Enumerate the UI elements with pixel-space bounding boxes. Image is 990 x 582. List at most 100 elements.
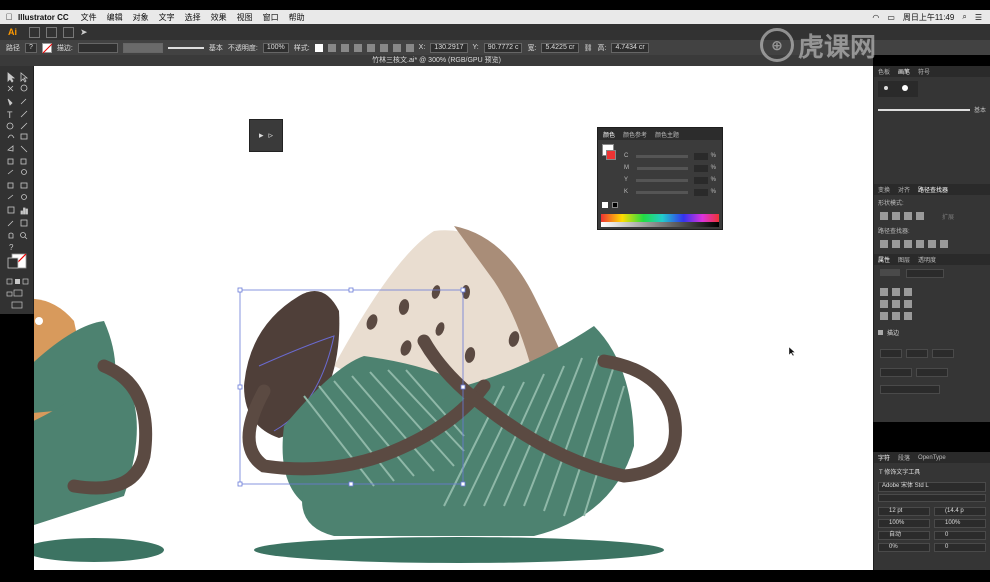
free-transform-tool-icon[interactable]	[21, 159, 30, 168]
live-paint-tool-icon[interactable]	[21, 170, 30, 179]
align-right-icon[interactable]	[353, 43, 362, 52]
tab-color-themes[interactable]: 颜色主题	[655, 130, 679, 139]
magic-wand-tool-icon[interactable]	[8, 86, 17, 95]
tab-character[interactable]: 字符	[878, 453, 890, 462]
clock[interactable]: 周日上午11:49	[903, 12, 954, 23]
shaper-tool-icon[interactable]	[8, 134, 17, 143]
menu-window[interactable]: 窗口	[263, 12, 279, 23]
direct-selection-arrow-icon[interactable]: ▹	[269, 130, 274, 141]
fill-dropdown[interactable]: ?	[25, 42, 37, 53]
stroke-style-value[interactable]: 基本	[209, 43, 223, 53]
touch-type-row[interactable]: T 修饰文字工具	[874, 463, 990, 480]
tab-layers[interactable]: 图层	[898, 255, 910, 264]
mesh-tool-icon[interactable]	[21, 183, 30, 192]
menu-type[interactable]: 文字	[159, 12, 175, 23]
lasso-tool-icon[interactable]	[21, 86, 30, 95]
color-stroke-swatch[interactable]	[606, 150, 616, 160]
pen-tool-icon[interactable]	[8, 98, 17, 107]
tab-pathfinder[interactable]: 路径查找器	[918, 185, 948, 194]
vertical-scale-field[interactable]: 100%	[878, 519, 930, 528]
zoom-tool-icon[interactable]	[21, 232, 30, 241]
channel-m-row[interactable]: M%	[624, 164, 716, 172]
font-size-field[interactable]: 12 pt	[878, 507, 930, 516]
tab-properties[interactable]: 属性	[878, 255, 890, 264]
symbol-sprayer-tool-icon[interactable]	[8, 207, 17, 216]
align-bottom-icon[interactable]	[392, 43, 401, 52]
arrow-start-select[interactable]	[880, 368, 912, 377]
exclude-icon[interactable]	[916, 212, 924, 220]
battery-icon[interactable]: ▭	[887, 13, 895, 22]
width-tool-icon[interactable]	[8, 159, 17, 168]
tracking-field[interactable]: 0	[934, 531, 986, 540]
tab-symbols[interactable]: 符号	[918, 67, 930, 76]
bevel-join-icon[interactable]	[904, 300, 912, 308]
distribute-icon[interactable]	[405, 43, 414, 52]
tab-color-guide[interactable]: 颜色参考	[623, 130, 647, 139]
miter-join-icon[interactable]	[880, 300, 888, 308]
align-center-icon[interactable]	[340, 43, 349, 52]
horizontal-scale-field[interactable]: 100%	[934, 519, 986, 528]
shape-builder-tool-icon[interactable]	[8, 170, 17, 179]
round-join-icon[interactable]	[892, 300, 900, 308]
none-mode-icon[interactable]	[23, 279, 32, 288]
menu-app[interactable]: Illustrator CC	[18, 13, 69, 22]
selection-tool-icon[interactable]	[8, 73, 17, 82]
tab-transparency[interactable]: 透明度	[918, 255, 936, 264]
align-inside-stroke-icon[interactable]	[892, 312, 900, 320]
bridge-icon[interactable]	[29, 26, 40, 38]
align-middle-icon[interactable]	[379, 43, 388, 52]
align-outside-stroke-icon[interactable]	[904, 312, 912, 320]
width-profile-select[interactable]	[880, 385, 940, 394]
round-cap-icon[interactable]	[892, 288, 900, 296]
perspective-grid-tool-icon[interactable]	[8, 183, 17, 192]
tab-align[interactable]: 对齐	[898, 185, 910, 194]
eraser-tool-icon[interactable]	[21, 134, 30, 143]
tab-transform[interactable]: 变换	[878, 185, 890, 194]
channel-k-row[interactable]: K%	[624, 188, 716, 196]
rotate-tool-icon[interactable]	[8, 146, 17, 155]
menu-list-icon[interactable]: ☰	[975, 13, 982, 22]
stroke-swatch[interactable]	[41, 42, 52, 53]
eyedropper-tool-icon[interactable]	[8, 195, 17, 204]
kerning-field[interactable]: 自动	[878, 531, 930, 540]
dash-field-2[interactable]	[932, 349, 954, 358]
opacity-field[interactable]: 100%	[262, 42, 289, 53]
tab-color[interactable]: 颜色	[603, 130, 615, 139]
edit-toolbar-icon[interactable]	[12, 302, 21, 311]
brush-basic-row[interactable]: 基本	[874, 101, 990, 118]
tab-opentype[interactable]: OpenType	[918, 455, 946, 461]
floating-tool-panel[interactable]: ▸ ▹	[249, 119, 283, 152]
menu-view[interactable]: 视图	[237, 12, 253, 23]
stroke-weight-input[interactable]	[906, 269, 944, 278]
stock-icon[interactable]	[46, 26, 57, 38]
menu-help[interactable]: 帮助	[289, 12, 305, 23]
channel-c-row[interactable]: C%	[624, 152, 716, 160]
apple-icon[interactable]: 	[0, 12, 18, 22]
wifi-icon[interactable]: ◠	[872, 13, 879, 22]
align-left-icon[interactable]	[327, 43, 336, 52]
document-tab[interactable]: 竹林三核文.ai* @ 300% (RGB/GPU 预览)	[0, 55, 873, 66]
square-cap-icon[interactable]	[904, 288, 912, 296]
curvature-tool-icon[interactable]	[21, 98, 30, 107]
menu-select[interactable]: 选择	[185, 12, 201, 23]
blend-tool-icon[interactable]	[21, 195, 30, 204]
menu-file[interactable]: 文件	[81, 12, 97, 23]
selection-arrow-icon[interactable]: ▸	[259, 130, 264, 141]
ellipse-tool-icon[interactable]	[8, 122, 17, 131]
variable-width-field[interactable]	[122, 42, 163, 53]
expand-button[interactable]: 扩展	[942, 212, 954, 221]
stroke-section-header[interactable]: 描边	[874, 322, 990, 343]
tab-swatches[interactable]: 色板	[878, 67, 890, 76]
color-spectrum[interactable]	[601, 214, 719, 222]
help-icon[interactable]	[8, 243, 17, 252]
merge-icon[interactable]	[904, 240, 912, 248]
menu-object[interactable]: 对象	[133, 12, 149, 23]
search-icon[interactable]: ⌕	[962, 12, 966, 22]
artboard-canvas[interactable]	[34, 66, 873, 570]
h-field[interactable]: 4.7434 cr	[611, 42, 649, 53]
style-swatch[interactable]	[314, 43, 323, 52]
rotate-field[interactable]: 0%	[878, 543, 930, 552]
send-icon[interactable]: ➤	[80, 27, 88, 38]
crop-icon[interactable]	[916, 240, 924, 248]
w-field[interactable]: 5.4225 cr	[541, 42, 579, 53]
